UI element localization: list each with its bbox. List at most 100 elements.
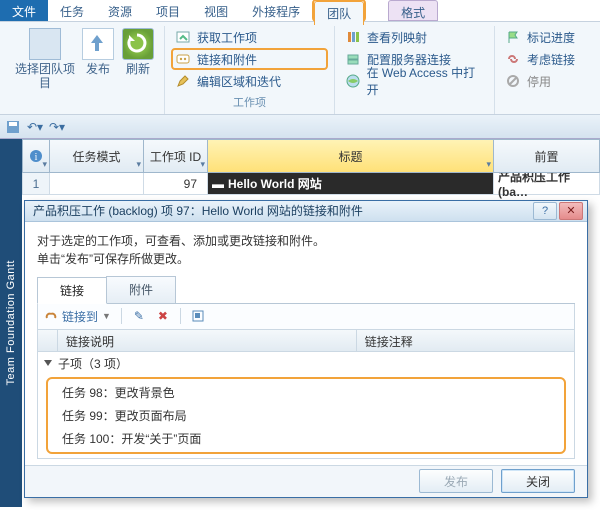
refresh-label: 刷新 <box>126 62 150 76</box>
ribbon-group-publish: 选择团队项目 发布 刷新 <box>6 26 165 114</box>
select-team-project-label: 选择团队项目 <box>12 62 78 90</box>
grid-icon <box>29 28 61 60</box>
col-predecessor[interactable]: 前置 <box>494 139 600 173</box>
menu-tab-format[interactable]: 格式 <box>388 0 438 21</box>
cell-pred: 产品积压工作 (ba… <box>494 173 600 195</box>
dialog-footer: 发布 关闭 <box>25 465 587 497</box>
col-pred-label: 前置 <box>534 148 558 165</box>
disable-button[interactable]: 停用 <box>501 70 589 92</box>
menu-file[interactable]: 文件 <box>0 0 48 21</box>
links-group-row[interactable]: 子项（3 项） <box>38 352 574 375</box>
disable-label: 停用 <box>527 73 551 90</box>
ribbon-group-server: 查看列映射 配置服务器连接 在 Web Access 中打开 <box>335 26 495 114</box>
col-title[interactable]: 标题▾ <box>208 139 494 173</box>
spacer <box>341 92 488 110</box>
edit-areas-button[interactable]: 编辑区域和迭代 <box>171 70 328 92</box>
menu-tab-project[interactable]: 项目 <box>144 0 192 21</box>
mark-progress-label: 标记进度 <box>527 29 575 46</box>
close-button[interactable]: 关闭 <box>501 469 575 493</box>
pencil-icon: ✎ <box>132 309 146 323</box>
view-col-map-button[interactable]: 查看列映射 <box>341 26 488 48</box>
columns-icon <box>345 29 361 45</box>
ribbon-group-workitems-title: 工作项 <box>171 92 328 114</box>
menu-tab-task[interactable]: 任务 <box>48 0 96 21</box>
col-task-mode-label: 任务模式 <box>72 148 120 165</box>
sidebar-gantt[interactable]: Team Foundation Gantt <box>0 139 22 507</box>
menu-tab-view[interactable]: 视图 <box>192 0 240 21</box>
edit-areas-label: 编辑区域和迭代 <box>197 73 281 90</box>
list-item[interactable]: 任务 99：更改页面布局 <box>48 404 564 427</box>
close-icon[interactable]: ✕ <box>559 202 583 220</box>
delete-icon: ✖ <box>156 309 170 323</box>
publish-label: 发布 <box>86 62 110 76</box>
col-expand <box>38 330 58 351</box>
links-list: 子项（3 项） 任务 98：更改背景色 任务 99：更改页面布局 任务 100：… <box>37 352 575 459</box>
links-group-label: 子项（3 项） <box>58 355 128 372</box>
link-to-button[interactable]: 链接到 ▼ <box>44 308 111 325</box>
quick-access-toolbar: ↶▾ ↷▾ <box>0 115 600 139</box>
col-work-item-id[interactable]: 工作项 ID▾ <box>144 139 208 173</box>
ribbon: 选择团队项目 发布 刷新 获取工作项 链接和附件 <box>0 22 600 115</box>
ribbon-group-workitems: 获取工作项 链接和附件 编辑区域和迭代 工作项 <box>165 26 335 114</box>
highlight-team-tab: 团队 <box>312 0 366 22</box>
table-row[interactable]: 1 97 ▬Hello World 网站 产品积压工作 (ba… <box>22 173 600 195</box>
spacer <box>366 0 380 21</box>
menu-tab-addin[interactable]: 外接程序 <box>240 0 312 21</box>
tab-attachments[interactable]: 附件 <box>106 276 176 303</box>
redo-icon[interactable]: ↷▾ <box>48 118 66 136</box>
cell-title: ▬ Hello World 网站 <box>208 173 494 195</box>
svg-text:i: i <box>35 152 38 163</box>
menu-tab-resource[interactable]: 资源 <box>96 0 144 21</box>
grid-header: i▾ 任务模式▾ 工作项 ID▾ 标题▾ 前置 <box>22 139 600 173</box>
flag-icon <box>505 29 521 45</box>
open-link-button[interactable] <box>191 309 205 323</box>
save-icon[interactable] <box>4 118 22 136</box>
help-button[interactable]: ? <box>533 202 557 220</box>
publish-button[interactable]: 发布 <box>78 26 118 78</box>
chain-icon <box>44 309 58 323</box>
tab-links[interactable]: 链接 <box>37 277 107 304</box>
links-toolbar: 链接到 ▼ ✎ ✖ <box>37 304 575 330</box>
separator <box>180 308 181 324</box>
col-link-description[interactable]: 链接说明 <box>58 330 357 351</box>
expand-icon[interactable] <box>44 360 52 366</box>
undo-icon[interactable]: ↶▾ <box>26 118 44 136</box>
get-work-items-label: 获取工作项 <box>197 29 257 46</box>
select-team-project-button[interactable]: 选择团队项目 <box>12 26 78 92</box>
refresh-button[interactable]: 刷新 <box>118 26 158 78</box>
cell-title-text: Hello World 网站 <box>228 175 322 192</box>
col-work-item-id-label: 工作项 ID <box>150 148 201 165</box>
links-attachments-button[interactable]: 链接和附件 <box>171 48 328 70</box>
server-icon <box>345 51 361 67</box>
link-icon <box>175 51 191 67</box>
links-attachments-label: 链接和附件 <box>197 51 257 68</box>
list-item[interactable]: 任务 98：更改背景色 <box>48 381 564 404</box>
mark-progress-button[interactable]: 标记进度 <box>501 26 589 48</box>
refresh-icon <box>122 28 154 60</box>
consider-links-button[interactable]: 考虑链接 <box>501 48 589 70</box>
links-list-header: 链接说明 链接注释 <box>37 330 575 352</box>
list-item[interactable]: 任务 100：开发“关于”页面 <box>48 427 564 450</box>
chevron-down-icon: ▼ <box>102 311 111 321</box>
menu-tab-team[interactable]: 团队 <box>314 1 364 25</box>
collapse-icon[interactable]: ▬ <box>212 177 222 191</box>
dialog-body: 对于选定的工作项，可查看、添加或更改链接和附件。 单击“发布”可保存所做更改。 … <box>25 222 587 465</box>
ribbon-group-progress: 标记进度 考虑链接 停用 <box>495 26 595 114</box>
cell-id: 97 <box>144 173 208 195</box>
cell-task-mode <box>50 173 144 195</box>
open-icon <box>191 309 205 323</box>
publish-button[interactable]: 发布 <box>419 469 493 493</box>
get-work-items-button[interactable]: 获取工作项 <box>171 26 328 48</box>
menu-bar: 文件 任务 资源 项目 视图 外接程序 团队 格式 <box>0 0 600 22</box>
edit-link-button[interactable]: ✎ <box>132 309 146 323</box>
links-attachments-dialog: 产品积压工作 (backlog) 项 97：Hello World 网站的链接和… <box>24 200 588 498</box>
col-task-mode[interactable]: 任务模式▾ <box>50 139 144 173</box>
highlight-child-links: 任务 98：更改背景色 任务 99：更改页面布局 任务 100：开发“关于”页面 <box>46 377 566 454</box>
delete-link-button[interactable]: ✖ <box>156 309 170 323</box>
col-link-note[interactable]: 链接注释 <box>357 330 574 351</box>
dialog-titlebar: 产品积压工作 (backlog) 项 97：Hello World 网站的链接和… <box>25 201 587 222</box>
get-work-items-icon <box>175 29 191 45</box>
open-web-access-button[interactable]: 在 Web Access 中打开 <box>341 70 488 92</box>
globe-icon <box>345 73 361 89</box>
col-info-icon[interactable]: i▾ <box>22 139 50 173</box>
